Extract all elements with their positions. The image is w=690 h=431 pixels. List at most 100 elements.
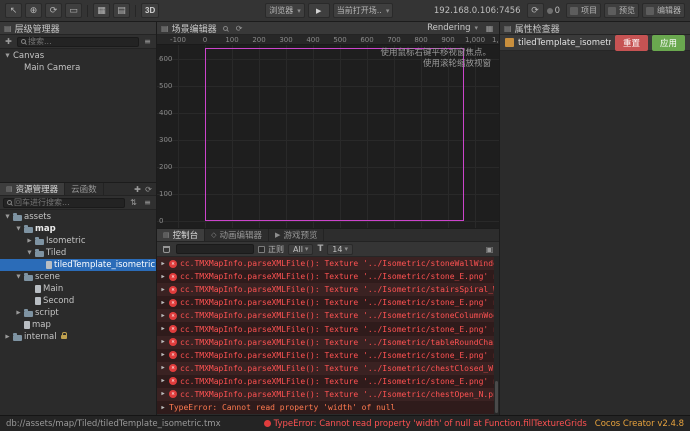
asset-item[interactable]: tiledTemplate_isometric xyxy=(0,259,156,271)
refresh-icon[interactable]: ⟳ xyxy=(527,3,544,18)
tab-animation-editor[interactable]: ◇动画编辑器 xyxy=(205,229,269,241)
ruler-x-label: 100 xyxy=(225,36,238,44)
collapse-arrow-icon[interactable]: ▶ xyxy=(160,352,166,358)
apply-button[interactable]: 应用 xyxy=(652,35,685,51)
console-log-row[interactable]: ▶TypeError: Cannot read property 'width'… xyxy=(157,401,499,414)
regex-checkbox[interactable]: 正则 xyxy=(258,244,284,255)
scene-canvas[interactable]: 6005004003002001000 使用鼠标右键平移视窗焦点。 使用滚轮缩放… xyxy=(157,45,499,228)
console-log-row[interactable]: ▶cc.TMXMapInfo.parseXMLFile(): Texture '… xyxy=(157,336,499,349)
preview-button[interactable]: 预览 xyxy=(604,3,639,18)
tab-animation-editor-icon: ◇ xyxy=(211,231,216,239)
expand-arrow-icon[interactable]: ▼ xyxy=(26,250,33,256)
toolbar-right-buttons: 项目预览编辑器 xyxy=(566,3,685,18)
console-log-row[interactable]: ▶ cc.TMXMapInfo.parseXMLFile(): Texture '… xyxy=(157,283,499,296)
collapse-arrow-icon[interactable]: ▶ xyxy=(160,378,166,384)
console-log-row[interactable]: ▶cc.TMXMapInfo.parseXMLFile(): Texture '… xyxy=(157,349,499,362)
log-message: cc.TMXMapInfo.parseXMLFile(): Texture '.… xyxy=(180,285,499,294)
expand-arrow-icon[interactable]: ▶ xyxy=(26,238,33,244)
rotate-tool-icon[interactable]: ⟳ xyxy=(45,3,62,18)
tab-game-preview[interactable]: ▶游戏预览 xyxy=(269,229,324,241)
console-log-row[interactable]: ▶cc.TMXMapInfo.parseXMLFile(): Texture '… xyxy=(157,362,499,375)
refresh-assets-icon[interactable]: ⟳ xyxy=(143,184,154,195)
tab-console[interactable]: ▤控制台 xyxy=(157,229,205,241)
scrollbar-thumb[interactable] xyxy=(495,381,498,413)
error-icon xyxy=(169,273,177,281)
reset-button[interactable]: 重置 xyxy=(615,35,648,51)
expand-arrow-icon[interactable]: ▼ xyxy=(4,53,11,59)
tab-assets[interactable]: ▤资源管理器 xyxy=(0,183,65,195)
assets-toolbar: ⇅ ≡ xyxy=(0,196,156,210)
log-level-dropdown[interactable]: All xyxy=(288,244,313,255)
collapse-arrow-icon[interactable]: ▶ xyxy=(160,365,166,371)
hierarchy-toolbar: ✚ ≡ xyxy=(0,35,156,49)
item-label: map xyxy=(35,224,56,234)
asset-item[interactable]: Main xyxy=(0,283,156,295)
assets-search-input[interactable] xyxy=(14,198,121,207)
font-size-dropdown[interactable]: 14 xyxy=(327,244,353,255)
asset-item[interactable]: map xyxy=(0,319,156,331)
collapse-arrow-icon[interactable]: ▶ xyxy=(160,391,166,397)
reset-view-icon[interactable]: ⟳ xyxy=(234,23,245,34)
play-button[interactable]: ▶ xyxy=(308,3,330,18)
asset-item[interactable]: ▶script xyxy=(0,307,156,319)
collapse-arrow-icon[interactable]: ▶ xyxy=(160,261,166,267)
clear-console-icon[interactable] xyxy=(161,244,172,255)
tab-cloud-functions[interactable]: 云函数 xyxy=(65,183,104,195)
move-tool-icon[interactable]: ⊕ xyxy=(25,3,42,18)
sort-assets-icon[interactable]: ⇅ xyxy=(128,197,139,208)
editor-button[interactable]: 编辑器 xyxy=(642,3,685,18)
asset-item[interactable]: ▼scene xyxy=(0,271,156,283)
rendering-dropdown[interactable]: Rendering xyxy=(424,23,481,33)
status-error[interactable]: TypeError: Cannot read property 'width' … xyxy=(264,419,587,429)
console-log-row[interactable]: ▶cc.TMXMapInfo.parseXMLFile(): Texture '… xyxy=(157,270,499,283)
item-label: Main xyxy=(43,284,63,294)
zoom-icon[interactable] xyxy=(220,23,231,34)
asset-item[interactable]: ▼Tiled xyxy=(0,247,156,259)
preview-target-dropdown[interactable]: 浏览器 xyxy=(265,3,305,18)
expand-arrow-icon[interactable]: ▶ xyxy=(4,334,11,340)
create-asset-icon[interactable]: ✚ xyxy=(132,184,143,195)
ruler-y-label: 300 xyxy=(159,136,172,144)
hierarchy-menu-icon[interactable]: ≡ xyxy=(142,36,153,47)
asset-item[interactable]: ▼assets xyxy=(0,211,156,223)
popout-console-icon[interactable]: ▣ xyxy=(484,244,495,255)
collapse-arrow-icon[interactable]: ▶ xyxy=(160,339,166,345)
collapse-arrow-icon[interactable]: ▶ xyxy=(160,405,166,411)
3d-mode-button[interactable]: 3D xyxy=(141,3,159,18)
item-label: tiledTemplate_isometric xyxy=(54,260,155,270)
collapse-arrow-icon[interactable]: ▶ xyxy=(160,274,166,280)
collapse-arrow-icon[interactable]: ▶ xyxy=(160,287,166,293)
grid-toggle-icon[interactable]: ▦ xyxy=(484,23,495,34)
open-scene-dropdown[interactable]: 当前打开场.. xyxy=(333,3,394,18)
coordinate-toggle-icon[interactable]: ▤ xyxy=(113,3,130,18)
asset-item[interactable]: ▶Isometric xyxy=(0,235,156,247)
hierarchy-search-input[interactable] xyxy=(28,37,135,46)
create-node-icon[interactable]: ✚ xyxy=(3,36,14,47)
pivot-toggle-icon[interactable]: ▦ xyxy=(93,3,110,18)
collapse-arrow-icon[interactable]: ▶ xyxy=(160,313,166,319)
console-log-row[interactable]: ▶cc.TMXMapInfo.parseXMLFile(): Texture '… xyxy=(157,322,499,335)
console-scrollbar[interactable] xyxy=(494,257,499,415)
project-button[interactable]: 项目 xyxy=(566,3,601,18)
expand-arrow-icon[interactable]: ▼ xyxy=(15,274,22,280)
select-tool-icon[interactable]: ↖ xyxy=(5,3,22,18)
console-log-row[interactable]: ▶cc.TMXMapInfo.parseXMLFile(): Texture '… xyxy=(157,296,499,309)
console-log-row[interactable]: ▶cc.TMXMapInfo.parseXMLFile(): Texture '… xyxy=(157,309,499,322)
rect-tool-icon[interactable]: ▭ xyxy=(65,3,82,18)
log-message: TypeError: Cannot read property 'width' … xyxy=(169,403,395,412)
expand-arrow-icon[interactable]: ▼ xyxy=(4,214,11,220)
asset-item[interactable]: Second xyxy=(0,295,156,307)
console-log-row[interactable]: ▶cc.TMXMapInfo.parseXMLFile(): Texture '… xyxy=(157,375,499,388)
asset-item[interactable]: ▶internal xyxy=(0,331,156,343)
collapse-arrow-icon[interactable]: ▶ xyxy=(160,300,166,306)
asset-item[interactable]: ▼ map xyxy=(0,223,156,235)
console-log-row[interactable]: ▶cc.TMXMapInfo.parseXMLFile(): Texture '… xyxy=(157,388,499,401)
hierarchy-node[interactable]: ▼Canvas xyxy=(0,50,156,62)
console-log-row[interactable]: ▶cc.TMXMapInfo.parseXMLFile(): Texture '… xyxy=(157,257,499,270)
collapse-arrow-icon[interactable]: ▶ xyxy=(160,326,166,332)
console-filter-input[interactable] xyxy=(176,244,254,254)
expand-arrow-icon[interactable]: ▼ xyxy=(15,226,22,232)
hierarchy-node[interactable]: Main Camera xyxy=(0,62,156,74)
assets-menu-icon[interactable]: ≡ xyxy=(142,197,153,208)
expand-arrow-icon[interactable]: ▶ xyxy=(15,310,22,316)
